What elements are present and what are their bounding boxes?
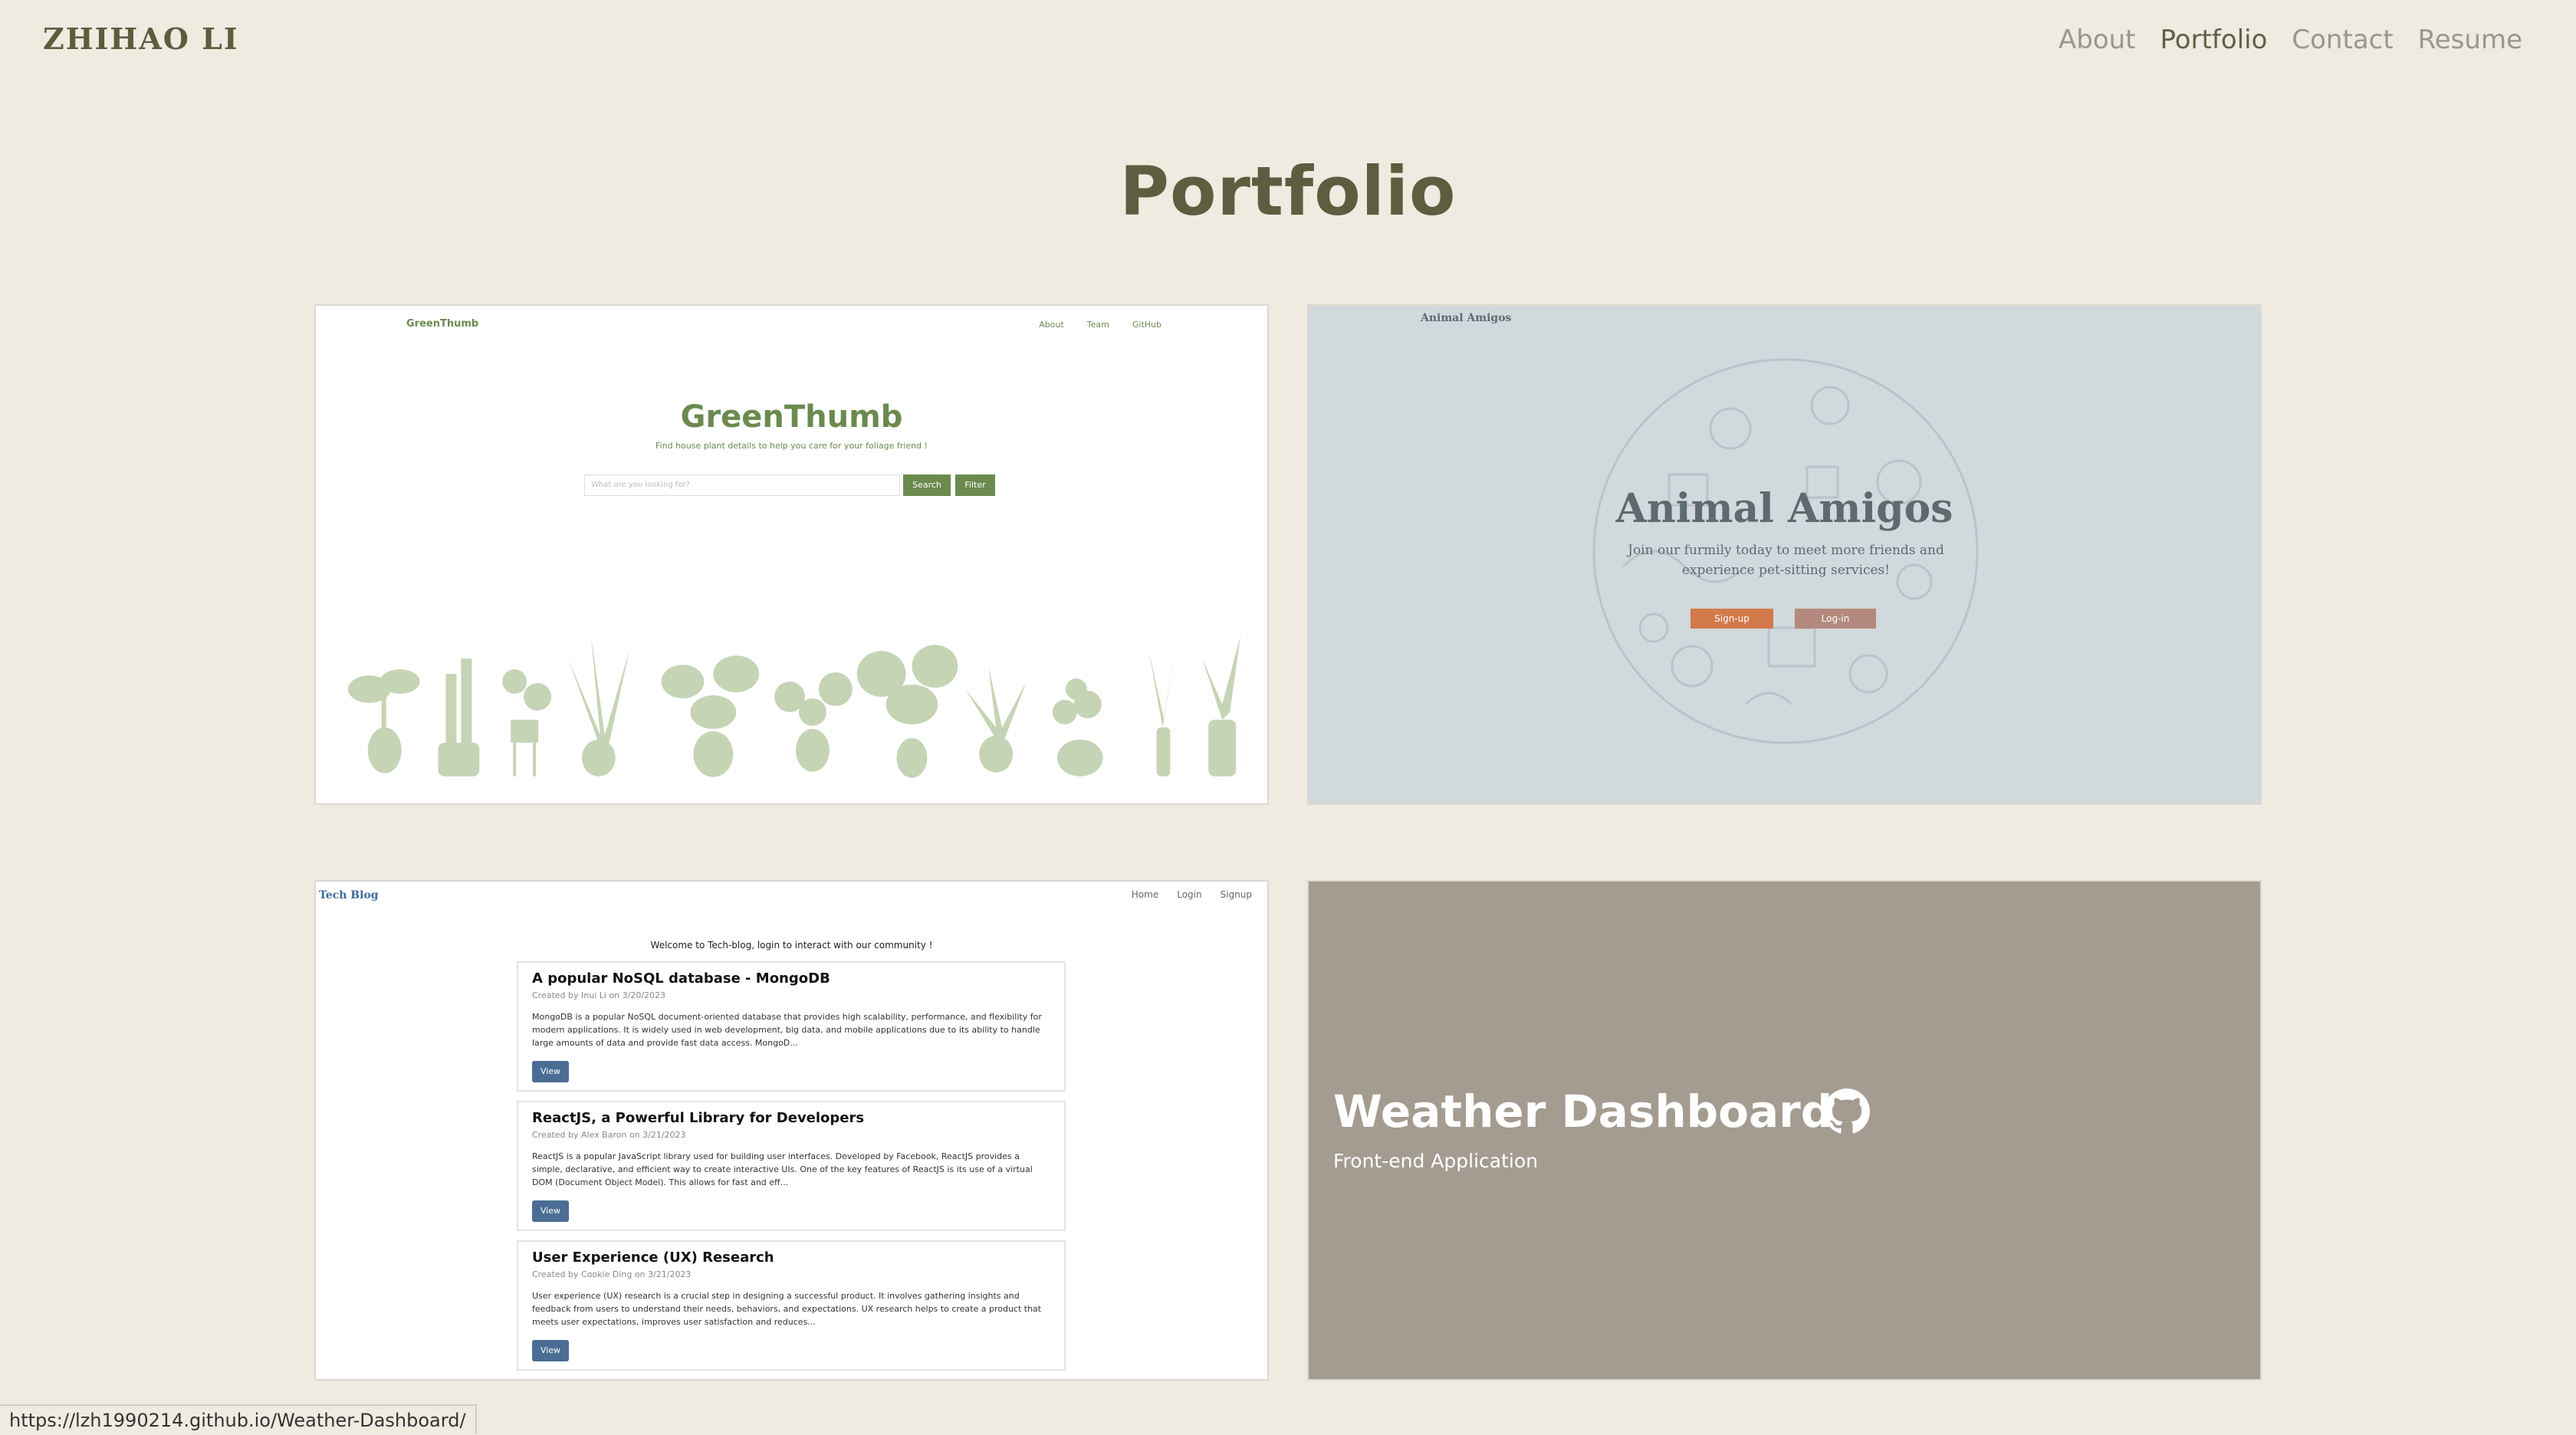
animal-amigos-title: Animal Amigos xyxy=(1615,485,1953,532)
weather-dashboard-subtitle: Front-end Application xyxy=(1333,1150,1538,1172)
blog-post-view-button: View xyxy=(532,1200,569,1222)
animal-amigos-login-button: Log-in xyxy=(1795,609,1876,629)
animal-amigos-subtitle: Join our furmily today to meet more frie… xyxy=(1628,543,1944,578)
greenthumb-nav-about: About xyxy=(1039,320,1064,330)
blog-post-card: ReactJS, a Powerful Library for Develope… xyxy=(517,1101,1066,1231)
main-nav: About Portfolio Contact Resume xyxy=(2058,25,2522,55)
project-card-animal-amigos[interactable]: Animal Amigos Animal Amigos Join our fur… xyxy=(1307,304,2262,805)
project-card-weather-dashboard[interactable]: Weather Dashboard Front-end Application xyxy=(1307,880,2262,1381)
blog-post-view-button: View xyxy=(532,1061,569,1082)
tech-blog-welcome: Welcome to Tech-blog, login to interact … xyxy=(650,940,933,951)
nav-contact[interactable]: Contact xyxy=(2292,25,2393,55)
tech-blog-nav-login: Login xyxy=(1177,889,1202,900)
github-icon[interactable] xyxy=(1824,1089,1870,1135)
project-card-greenthumb[interactable]: GreenThumb About Team GitHub GreenThumb … xyxy=(314,304,1269,805)
greenthumb-nav: About Team GitHub xyxy=(1039,320,1162,330)
weather-dashboard-title: Weather Dashboard xyxy=(1333,1085,1833,1138)
greenthumb-search-input: What are you looking for? xyxy=(584,475,900,496)
nav-about[interactable]: About xyxy=(2058,25,2136,55)
greenthumb-search-button: Search xyxy=(903,475,951,496)
blog-post-body: User experience (UX) research is a cruci… xyxy=(532,1291,1042,1327)
page-title: Portfolio xyxy=(1119,152,1457,231)
blog-post-title: User Experience (UX) Research xyxy=(532,1249,774,1266)
blog-post-card: User Experience (UX) Research Created by… xyxy=(517,1240,1066,1371)
blog-post-meta: Created by Inui Li on 3/20/2023 xyxy=(532,990,666,1000)
nav-resume[interactable]: Resume xyxy=(2418,25,2522,55)
site-brand[interactable]: ZHIHAO LI xyxy=(43,21,239,56)
blog-post-meta: Created by Cookie Ding on 3/21/2023 xyxy=(532,1269,692,1279)
nav-portfolio[interactable]: Portfolio xyxy=(2160,25,2268,55)
blog-post-view-button: View xyxy=(532,1340,569,1361)
tech-blog-nav-signup: Signup xyxy=(1220,889,1252,900)
greenthumb-nav-github: GitHub xyxy=(1132,320,1162,330)
animal-amigos-logo: Animal Amigos xyxy=(1421,312,1512,324)
tech-blog-logo: Tech Blog xyxy=(319,889,379,901)
greenthumb-nav-team: Team xyxy=(1086,320,1109,330)
animal-amigos-signup-button: Sign-up xyxy=(1691,609,1773,629)
greenthumb-filter-button: Filter xyxy=(955,475,995,496)
link-status-bar: https://lzh1990214.github.io/Weather-Das… xyxy=(0,1404,477,1433)
blog-post-body: ReactJS is a popular JavaScript library … xyxy=(532,1151,1033,1187)
blog-post-meta: Created by Alex Baron on 3/21/2023 xyxy=(532,1130,686,1140)
project-card-tech-blog[interactable]: Tech Blog Home Login Signup Welcome to T… xyxy=(314,880,1269,1381)
greenthumb-logo: GreenThumb xyxy=(406,318,479,330)
plant-silhouettes-illustration xyxy=(347,635,1241,778)
greenthumb-subtitle: Find house plant details to help you car… xyxy=(656,441,928,451)
blog-post-card: A popular NoSQL database - MongoDB Creat… xyxy=(517,961,1066,1092)
tech-blog-nav-home: Home xyxy=(1131,889,1159,900)
blog-post-title: A popular NoSQL database - MongoDB xyxy=(532,970,830,987)
greenthumb-title: GreenThumb xyxy=(680,399,903,435)
tech-blog-nav: Home Login Signup xyxy=(1132,889,1252,900)
blog-post-body: MongoDB is a popular NoSQL document-orie… xyxy=(532,1012,1042,1048)
blog-post-title: ReactJS, a Powerful Library for Develope… xyxy=(532,1110,865,1126)
